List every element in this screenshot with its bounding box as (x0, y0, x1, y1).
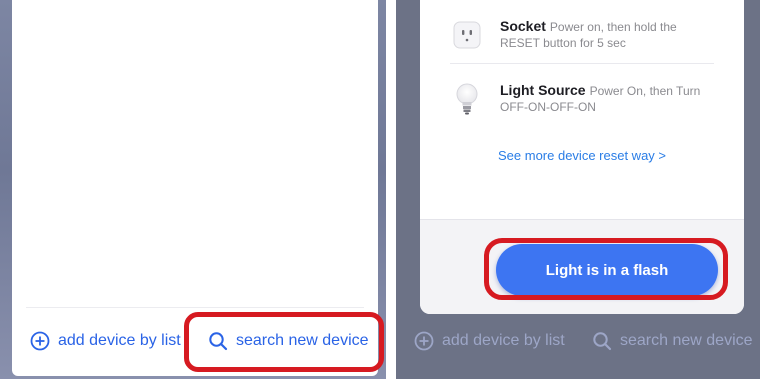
plus-circle-icon (30, 331, 50, 351)
panel-gutter (386, 0, 396, 379)
reset-instructions-modal: Socket Power on, then hold the RESET butt… (420, 0, 744, 314)
search-icon (592, 331, 612, 351)
socket-name: Socket (500, 18, 546, 34)
screenshot-canvas: add device by list search new device Soc… (0, 0, 760, 379)
bulb-icon (450, 82, 484, 116)
add-device-by-list-label: add device by list (58, 332, 181, 349)
bottom-divider (26, 307, 364, 308)
light-source-instruction: Light Source Power On, then Turn OFF-ON-O… (500, 82, 700, 115)
light-source-instruction-line2: OFF-ON-OFF-ON (500, 100, 596, 114)
dimmed-add-device-by-list-label: add device by list (442, 332, 565, 349)
add-device-by-list-button[interactable]: add device by list (30, 331, 181, 351)
right-screen: Socket Power on, then hold the RESET butt… (396, 0, 760, 379)
item-separator (450, 63, 714, 64)
reset-item-socket: Socket Power on, then hold the RESET butt… (450, 18, 728, 52)
socket-instruction-line1: Power on, then hold the (549, 20, 677, 34)
dimmed-add-device-by-list-button: add device by list (414, 331, 565, 351)
socket-instruction-line2: RESET button for 5 sec (500, 36, 626, 50)
dimmed-search-new-device-button: search new device (592, 331, 753, 351)
socket-instruction: Socket Power on, then hold the RESET butt… (500, 18, 677, 51)
left-screen: add device by list search new device (0, 0, 386, 379)
light-source-name: Light Source (500, 82, 586, 98)
dimmed-bottom-action-bar: add device by list search new device (396, 318, 760, 366)
reset-item-light-source: Light Source Power On, then Turn OFF-ON-O… (450, 82, 728, 116)
socket-icon (450, 18, 484, 52)
flash-button-highlight-ring (484, 238, 728, 300)
see-more-reset-link[interactable]: See more device reset way > (420, 148, 744, 163)
light-source-instruction-line1: Power On, then Turn (589, 84, 701, 98)
plus-circle-icon (414, 331, 434, 351)
search-highlight-ring (184, 312, 384, 372)
dimmed-search-new-device-label: search new device (620, 332, 753, 349)
